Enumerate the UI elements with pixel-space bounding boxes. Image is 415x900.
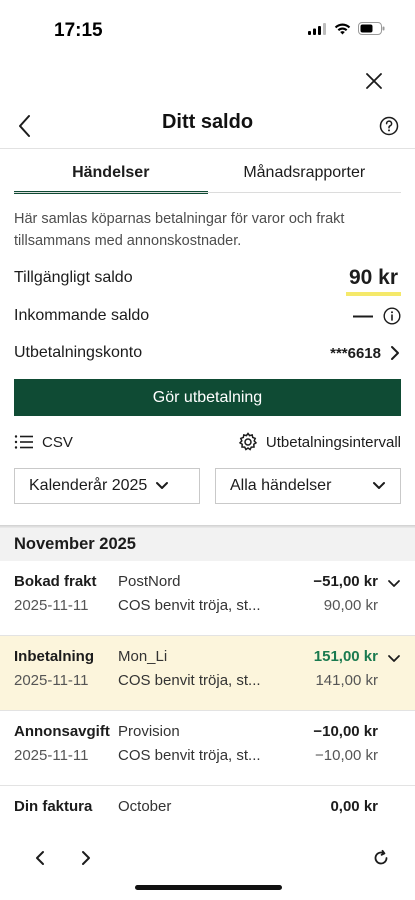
payout-account-value: ***6618 xyxy=(330,344,381,362)
available-balance-label: Tillgängligt saldo xyxy=(14,269,133,286)
tab-bar: Händelser Månadsrapporter xyxy=(14,158,401,194)
transaction-amount: −10,00 kr xyxy=(313,723,378,740)
transaction-type: Annonsavgift xyxy=(14,723,110,740)
reload-icon xyxy=(374,849,388,865)
status-icons xyxy=(308,22,385,35)
info-icon[interactable] xyxy=(383,307,401,325)
transaction-party: October xyxy=(118,798,172,815)
close-icon xyxy=(366,73,382,89)
transaction-type: Bokad frakt xyxy=(14,573,97,590)
header-divider xyxy=(0,148,415,149)
reload-button[interactable] xyxy=(371,848,391,868)
chevron-down-icon xyxy=(373,482,385,489)
transaction-subamount: 90,00 kr xyxy=(323,597,378,614)
incoming-balance-row: Inkommande saldo — xyxy=(14,303,401,329)
transaction-amount: 151,00 kr xyxy=(313,648,378,665)
transaction-party: Mon_Li xyxy=(118,648,168,665)
transaction-party: Provision xyxy=(118,723,180,740)
incoming-balance-right: — xyxy=(353,305,401,328)
close-button[interactable] xyxy=(361,68,387,94)
transaction-row[interactable]: Inbetalning 2025-11-11 Mon_Li COS benvit… xyxy=(0,636,415,711)
chevron-down-icon xyxy=(156,482,169,489)
status-bar: 17:15 xyxy=(0,0,415,58)
events-select-value: Alla händelser xyxy=(230,477,332,494)
transaction-description: COS benvit tröja, st... xyxy=(118,672,261,689)
transaction-party: PostNord xyxy=(118,573,181,590)
nav-back-button[interactable] xyxy=(32,848,48,868)
tools-row: CSV Utbetalningsintervall xyxy=(14,430,401,454)
help-button[interactable] xyxy=(379,116,401,138)
transaction-subamount: −10,00 kr xyxy=(315,747,378,764)
payout-interval-label: Utbetalningsintervall xyxy=(265,433,401,451)
transaction-amount: 0,00 kr xyxy=(330,798,378,815)
question-circle-icon xyxy=(379,116,399,136)
incoming-balance-label: Inkommande saldo xyxy=(14,307,150,324)
transaction-type: Inbetalning xyxy=(14,648,94,665)
payout-account-row[interactable]: Utbetalningskonto ***6618 xyxy=(14,340,401,366)
chevron-right-icon xyxy=(391,346,399,360)
tab-handelser[interactable]: Händelser xyxy=(14,158,208,194)
payout-account-label: Utbetalningskonto xyxy=(14,344,143,361)
gear-icon xyxy=(238,432,258,451)
chevron-down-icon[interactable] xyxy=(387,652,401,666)
tab-divider xyxy=(14,192,401,193)
chevron-right-icon xyxy=(82,851,90,865)
transaction-description: COS benvit tröja, st... xyxy=(118,597,261,614)
nav-forward-button[interactable] xyxy=(78,848,94,868)
tab-manadsrapporter[interactable]: Månadsrapporter xyxy=(208,158,402,194)
transaction-type: Din faktura xyxy=(14,798,93,815)
transaction-date: 2025-11-11 xyxy=(14,672,89,689)
transaction-amount: −51,00 kr xyxy=(313,573,378,590)
payout-interval-link[interactable]: Utbetalningsintervall xyxy=(238,432,401,452)
signal-icon xyxy=(308,22,326,35)
transaction-date: 2025-11-11 xyxy=(14,747,89,764)
intro-text: Här samlas köparnas betalningar för varo… xyxy=(14,211,345,249)
transaction-row[interactable]: Annonsavgift 2025-11-11 Provision COS be… xyxy=(0,711,415,786)
payout-button[interactable]: Gör utbetalning xyxy=(14,379,401,416)
transaction-description: COS benvit tröja, st... xyxy=(118,747,261,764)
events-select[interactable]: Alla händelser xyxy=(215,468,401,504)
filters-row: Kalenderår 2025 Alla händelser xyxy=(14,468,401,504)
page-title: Ditt saldo xyxy=(161,111,254,133)
status-time: 17:15 xyxy=(54,20,103,41)
bottom-toolbar xyxy=(0,840,415,880)
transaction-subamount: 141,00 kr xyxy=(315,672,378,689)
csv-export-link[interactable]: CSV xyxy=(14,434,73,451)
page-header: Ditt saldo xyxy=(0,104,415,144)
home-indicator xyxy=(135,885,282,890)
month-header: November 2025 xyxy=(0,528,415,561)
wifi-icon xyxy=(334,23,351,34)
transaction-row[interactable]: Bokad frakt 2025-11-11 PostNord COS benv… xyxy=(0,561,415,636)
chevron-left-icon xyxy=(36,851,44,865)
chevron-down-icon[interactable] xyxy=(387,577,401,591)
list-icon xyxy=(14,435,33,449)
payout-account-right: ***6618 xyxy=(330,345,401,362)
incoming-balance-value: — xyxy=(353,304,373,327)
available-balance-value: 90 kr xyxy=(345,266,402,296)
year-select[interactable]: Kalenderår 2025 xyxy=(14,468,200,504)
battery-icon xyxy=(358,22,385,35)
available-balance-row: Tillgängligt saldo 90 kr xyxy=(14,265,402,296)
transaction-date: 2025-11-11 xyxy=(14,597,89,614)
year-select-value: Kalenderår 2025 xyxy=(29,477,148,494)
csv-label: CSV xyxy=(42,433,73,451)
